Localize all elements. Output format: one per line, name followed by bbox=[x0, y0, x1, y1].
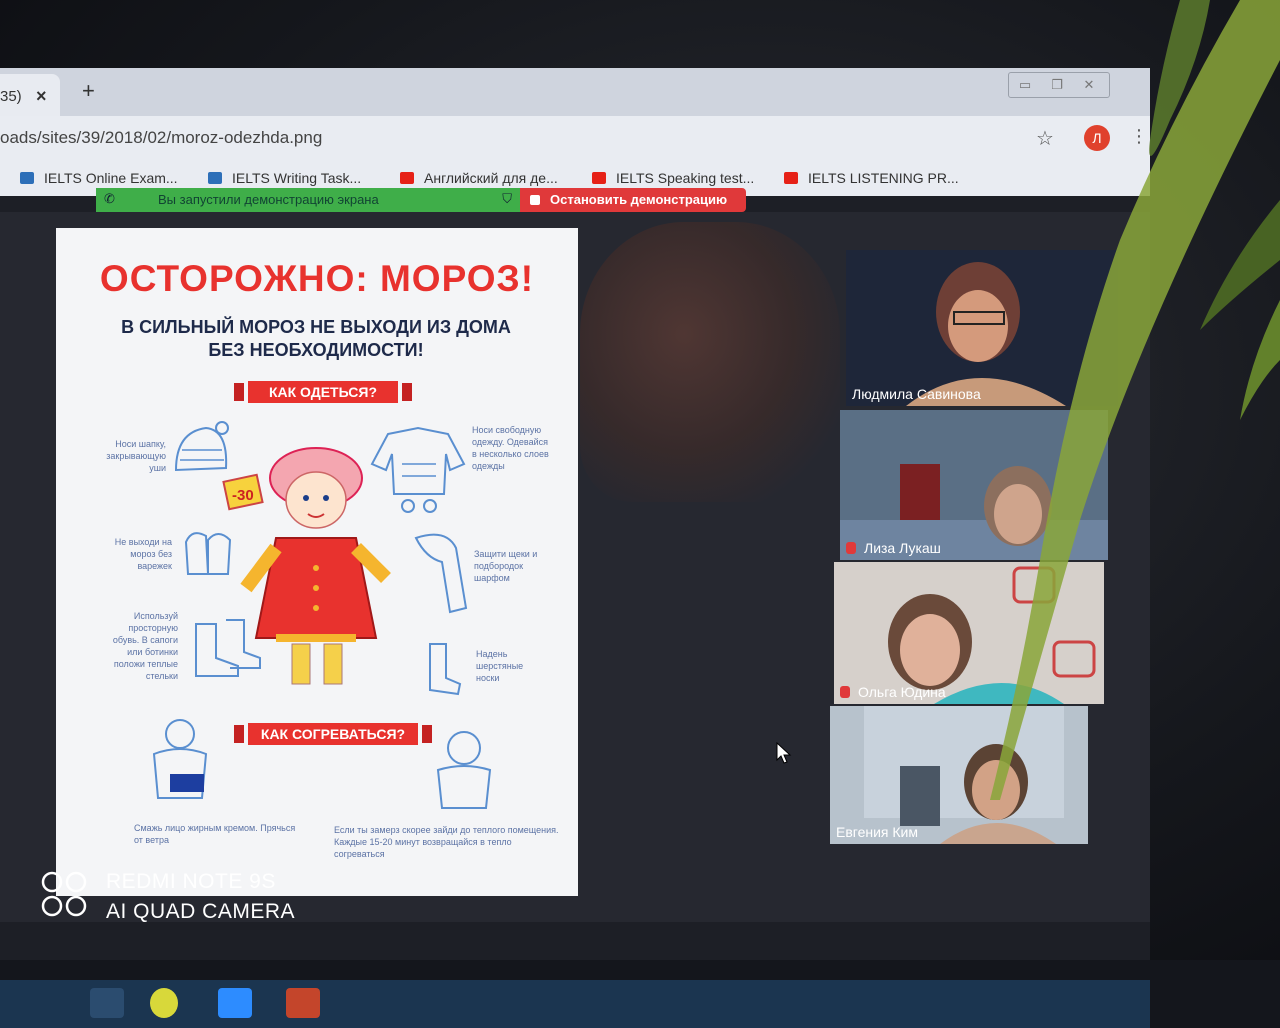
participant-name: Евгения Ким bbox=[836, 824, 918, 840]
youtube-icon bbox=[400, 172, 414, 184]
menu-kebab-icon[interactable]: ⋮ bbox=[1130, 126, 1148, 147]
youtube-icon bbox=[784, 172, 798, 184]
share-status-bar: ✆ Вы запустили демонстрацию экрана ⛉ bbox=[96, 188, 520, 212]
share-status-text: Вы запустили демонстрацию экрана bbox=[158, 192, 379, 207]
task-icon[interactable] bbox=[90, 988, 124, 1018]
section-how-to-dress: КАК ОДЕТЬСЯ? bbox=[234, 381, 412, 403]
bookmark-item[interactable]: IELTS Writing Task... bbox=[208, 170, 361, 186]
poster-subtitle: В СИЛЬНЫЙ МОРОЗ НЕ ВЫХОДИ ИЗ ДОМА БЕЗ НЕ… bbox=[121, 317, 511, 360]
powerpoint-icon[interactable] bbox=[286, 988, 320, 1018]
background-blur bbox=[580, 222, 840, 502]
participant-name: Ольга Юдина bbox=[840, 684, 946, 700]
browser-tab[interactable]: 35) × bbox=[0, 74, 60, 116]
participant-tile[interactable]: Ольга Юдина bbox=[834, 562, 1104, 704]
camera-watermark-logo bbox=[41, 871, 87, 917]
ielts-icon bbox=[20, 172, 34, 184]
participant-video bbox=[846, 250, 1118, 406]
hint-scarf: Защити щеки и подбородок шарфом bbox=[474, 549, 538, 583]
hint-clothes: Носи свободную одежду. Одевайся в нескол… bbox=[472, 425, 549, 471]
zoom-icon[interactable] bbox=[218, 988, 252, 1018]
section-how-to-warm: КАК СОГРЕВАТЬСЯ? bbox=[234, 723, 432, 745]
url-input[interactable]: oads/sites/39/2018/02/moroz-odezhda.png bbox=[0, 128, 322, 148]
hint-shoes: Используй просторную обувь. В сапоги или… bbox=[112, 611, 178, 681]
hint-mittens: Не выходи на мороз без варежек bbox=[114, 537, 172, 571]
participant-tile[interactable]: Евгения Ким bbox=[830, 706, 1088, 844]
profile-avatar[interactable]: Л bbox=[1084, 125, 1110, 151]
taskbar bbox=[0, 980, 1150, 1028]
window-controls: ▭ ❐ ✕ bbox=[1008, 72, 1110, 98]
hint-hat: Носи шапку, закрывающую уши bbox=[106, 439, 166, 473]
watermark-camera: AI QUAD CAMERA bbox=[106, 900, 296, 923]
stop-icon bbox=[530, 195, 540, 205]
address-bar: oads/sites/39/2018/02/moroz-odezhda.png … bbox=[0, 116, 1150, 162]
stop-share-label: Остановить демонстрацию bbox=[550, 192, 728, 207]
hint-warm: Если ты замерз скорее зайди до теплого п… bbox=[334, 825, 559, 859]
snowman-child-icon bbox=[152, 719, 208, 799]
participant-tile[interactable]: Лиза Лукаш bbox=[840, 410, 1108, 560]
scarf-icon bbox=[414, 533, 468, 614]
poster-title: ОСТОРОЖНО: МОРОЗ! bbox=[99, 258, 535, 299]
watermark-model: REDMI NOTE 9S bbox=[106, 870, 276, 893]
phone-icon: ✆ bbox=[104, 191, 115, 206]
socks-icon bbox=[429, 643, 462, 696]
temperature-sign: -30 bbox=[232, 487, 254, 504]
bookmark-item[interactable]: IELTS Speaking test... bbox=[592, 170, 754, 186]
close-window-icon[interactable]: ✕ bbox=[1073, 73, 1105, 97]
participant-name: Людмила Савинова bbox=[852, 386, 981, 402]
bookmark-star-icon[interactable]: ☆ bbox=[1036, 126, 1054, 151]
chrome-icon[interactable] bbox=[150, 988, 178, 1018]
warm-child-icon bbox=[436, 731, 492, 809]
muted-mic-icon bbox=[846, 542, 856, 554]
participant-video bbox=[834, 562, 1104, 704]
bookmark-item[interactable]: Английский для де... bbox=[400, 170, 558, 186]
participant-name: Лиза Лукаш bbox=[846, 540, 941, 556]
new-tab-button[interactable]: + bbox=[82, 78, 95, 104]
tab-close-icon[interactable]: × bbox=[36, 86, 47, 107]
hint-socks: Надень шерстяные носки bbox=[476, 649, 524, 683]
tab-strip: 35) × + ▭ ❐ ✕ bbox=[0, 68, 1150, 116]
bookmark-item[interactable]: IELTS LISTENING PR... bbox=[784, 170, 959, 186]
hint-cream: Смажь лицо жирным кремом. Прячься от вет… bbox=[134, 823, 296, 845]
bookmark-item[interactable]: IELTS Online Exam... bbox=[20, 170, 178, 186]
muted-mic-icon bbox=[840, 686, 850, 698]
minimize-icon[interactable]: ▭ bbox=[1009, 73, 1041, 97]
ielts-icon bbox=[208, 172, 222, 184]
restore-icon[interactable]: ❐ bbox=[1041, 73, 1073, 97]
mouse-cursor-icon bbox=[776, 742, 792, 764]
shield-icon: ⛉ bbox=[502, 191, 512, 206]
participant-tile[interactable]: Людмила Савинова bbox=[846, 250, 1118, 406]
tab-title: 35) bbox=[0, 88, 22, 105]
participant-video bbox=[840, 410, 1108, 560]
stop-share-button[interactable]: Остановить демонстрацию bbox=[520, 188, 746, 212]
girl-illustration: -30 bbox=[222, 447, 391, 685]
youtube-icon bbox=[592, 172, 606, 184]
frost-poster: ОСТОРОЖНО: МОРОЗ! В СИЛЬНЫЙ МОРОЗ НЕ ВЫХ… bbox=[56, 228, 578, 896]
